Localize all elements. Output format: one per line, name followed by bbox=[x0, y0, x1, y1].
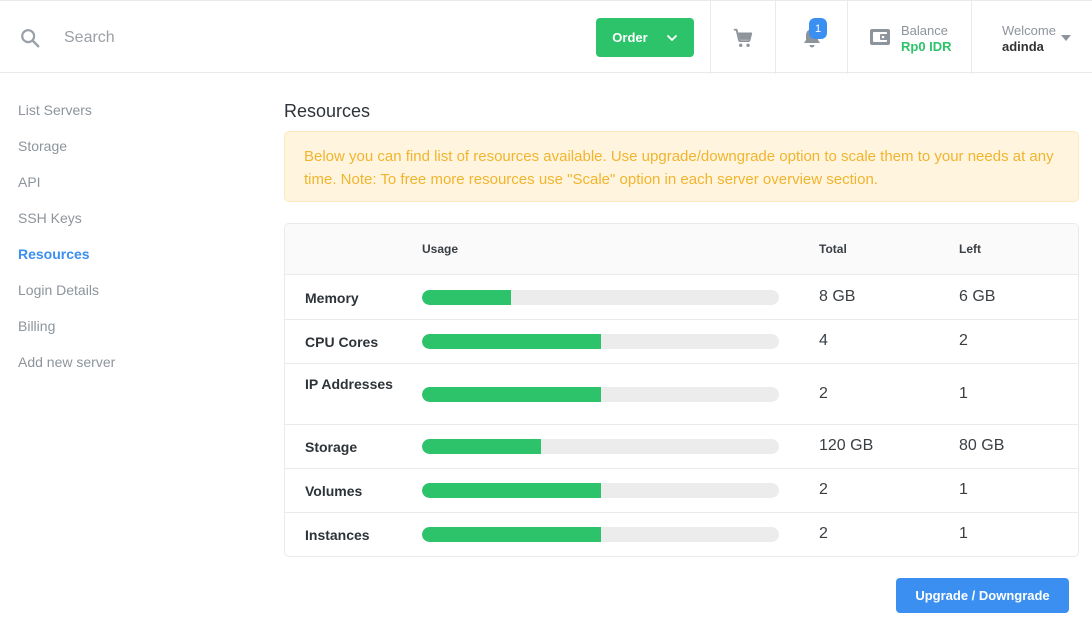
sidebar-item-billing[interactable]: Billing bbox=[18, 316, 238, 352]
balance-value: Rp0 IDR bbox=[901, 39, 952, 54]
header-divider bbox=[971, 1, 972, 74]
resource-name: Memory bbox=[305, 290, 359, 306]
user-name[interactable]: adinda bbox=[1002, 39, 1044, 54]
wallet-icon bbox=[870, 29, 890, 45]
usage-bar bbox=[422, 439, 779, 454]
top-header: Order 1 Balance Rp0 IDR Welcome adinda bbox=[0, 0, 1092, 74]
notification-badge: 1 bbox=[809, 18, 827, 39]
usage-bar-fill bbox=[422, 527, 601, 542]
sidebar-item-add-new-server[interactable]: Add new server bbox=[18, 352, 238, 388]
resource-name: Volumes bbox=[305, 483, 363, 499]
resource-left: 2 bbox=[959, 332, 968, 349]
welcome-label[interactable]: Welcome bbox=[1002, 23, 1056, 38]
resource-left: 1 bbox=[959, 385, 968, 402]
usage-bar-fill bbox=[422, 387, 601, 402]
sidebar-item-list-servers[interactable]: List Servers bbox=[18, 100, 238, 136]
caret-down-icon[interactable] bbox=[1061, 35, 1071, 41]
resource-left: 1 bbox=[959, 525, 968, 542]
header-divider bbox=[847, 1, 848, 74]
resource-total: 2 bbox=[819, 481, 828, 498]
resource-total: 2 bbox=[819, 385, 828, 402]
usage-bar-fill bbox=[422, 290, 512, 305]
sidebar-item-login-details[interactable]: Login Details bbox=[18, 280, 238, 316]
resource-total: 2 bbox=[819, 525, 828, 542]
resource-left: 6 GB bbox=[959, 288, 996, 305]
resource-left: 80 GB bbox=[959, 437, 1005, 454]
table-row: Memory 8 GB 6 GB bbox=[285, 276, 1078, 320]
usage-bar-fill bbox=[422, 334, 601, 349]
usage-bar bbox=[422, 527, 779, 542]
chevron-down-icon bbox=[666, 34, 677, 41]
resource-total: 120 GB bbox=[819, 437, 874, 454]
order-button-label: Order bbox=[612, 30, 648, 45]
usage-bar-fill bbox=[422, 439, 541, 454]
resource-name: Storage bbox=[305, 439, 358, 455]
sidebar-item-storage[interactable]: Storage bbox=[18, 136, 238, 172]
resource-total: 4 bbox=[819, 332, 828, 349]
info-alert: Below you can find list of resources ava… bbox=[284, 131, 1079, 202]
column-header-usage: Usage bbox=[422, 242, 459, 256]
search-icon[interactable] bbox=[19, 27, 41, 49]
resource-name: IP Addresses bbox=[305, 376, 393, 392]
cart-icon bbox=[733, 28, 753, 47]
resource-name: Instances bbox=[305, 527, 370, 543]
order-button[interactable]: Order bbox=[596, 18, 694, 57]
sidebar-nav: List Servers Storage API SSH Keys Resour… bbox=[18, 100, 238, 388]
resources-table: Usage Total Left Memory 8 GB 6 GB CPU Co… bbox=[284, 223, 1079, 557]
cart-button[interactable] bbox=[711, 1, 775, 74]
balance-label: Balance bbox=[901, 23, 948, 38]
page-title: Resources bbox=[284, 101, 371, 121]
usage-bar bbox=[422, 334, 779, 349]
column-header-left: Left bbox=[959, 242, 981, 256]
table-row: IP Addresses 2 1 bbox=[285, 364, 1078, 425]
resource-left: 1 bbox=[959, 481, 968, 498]
usage-bar bbox=[422, 387, 779, 402]
table-header: Usage Total Left bbox=[285, 224, 1078, 275]
sidebar-item-api[interactable]: API bbox=[18, 172, 238, 208]
sidebar-item-resources[interactable]: Resources bbox=[18, 244, 238, 280]
table-row: Storage 120 GB 80 GB bbox=[285, 425, 1078, 469]
resource-total: 8 GB bbox=[819, 288, 856, 305]
table-row: Instances 2 1 bbox=[285, 513, 1078, 556]
usage-bar bbox=[422, 483, 779, 498]
table-row: Volumes 2 1 bbox=[285, 469, 1078, 513]
sidebar-item-ssh-keys[interactable]: SSH Keys bbox=[18, 208, 238, 244]
search-input[interactable] bbox=[50, 23, 470, 53]
table-row: CPU Cores 4 2 bbox=[285, 320, 1078, 364]
resource-name: CPU Cores bbox=[305, 334, 379, 350]
usage-bar bbox=[422, 290, 779, 305]
usage-bar-fill bbox=[422, 483, 601, 498]
column-header-total: Total bbox=[819, 242, 847, 256]
upgrade-downgrade-button[interactable]: Upgrade / Downgrade bbox=[896, 578, 1069, 613]
